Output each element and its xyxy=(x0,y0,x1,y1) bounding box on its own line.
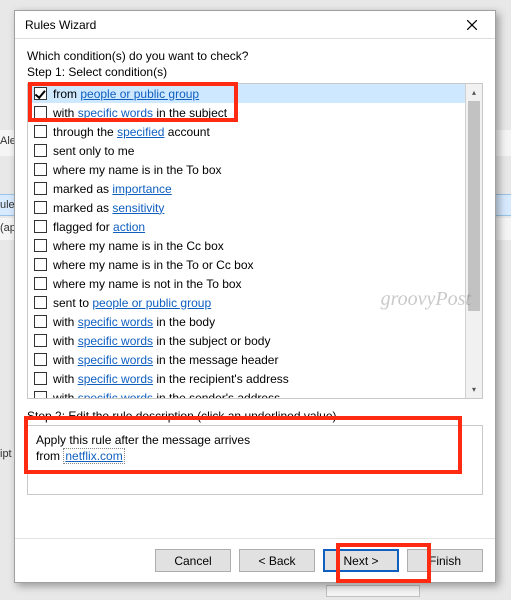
conditions-listbox[interactable]: from people or public group with specific… xyxy=(27,83,483,399)
rule-description-box[interactable]: Apply this rule after the message arrive… xyxy=(27,425,483,495)
next-button[interactable]: Next > xyxy=(323,549,399,572)
condition-link[interactable]: people or public group xyxy=(92,296,211,310)
condition-checkbox[interactable] xyxy=(34,144,47,157)
close-icon xyxy=(467,20,477,30)
condition-label: sent only to me xyxy=(53,144,134,158)
cancel-button[interactable]: Cancel xyxy=(155,549,231,572)
condition-checkbox[interactable] xyxy=(34,87,47,100)
desc-line-1: Apply this rule after the message arrive… xyxy=(36,432,474,448)
condition-label: through the specified account xyxy=(53,125,210,139)
condition-link[interactable]: action xyxy=(113,220,145,234)
scroll-down-icon[interactable]: ▾ xyxy=(472,381,476,398)
condition-link[interactable]: specific words xyxy=(78,391,153,399)
condition-link[interactable]: specific words xyxy=(78,372,153,386)
scrollbar[interactable]: ▴ ▾ xyxy=(465,84,482,398)
condition-label: with specific words in the sender's addr… xyxy=(53,391,280,399)
condition-checkbox[interactable] xyxy=(34,220,47,233)
condition-label: from people or public group xyxy=(53,87,199,101)
condition-row[interactable]: where my name is in the To box xyxy=(28,160,482,179)
condition-link[interactable]: importance xyxy=(112,182,171,196)
condition-checkbox[interactable] xyxy=(34,239,47,252)
condition-label: sent to people or public group xyxy=(53,296,211,310)
condition-checkbox[interactable] xyxy=(34,372,47,385)
condition-row[interactable]: marked as importance xyxy=(28,179,482,198)
condition-label: with specific words in the body xyxy=(53,315,215,329)
condition-checkbox[interactable] xyxy=(34,106,47,119)
condition-label: marked as importance xyxy=(53,182,172,196)
background-button xyxy=(326,585,420,597)
condition-row[interactable]: with specific words in the subject xyxy=(28,103,482,122)
condition-row[interactable]: through the specified account xyxy=(28,122,482,141)
window-title: Rules Wizard xyxy=(25,18,455,32)
condition-checkbox[interactable] xyxy=(34,125,47,138)
condition-link[interactable]: specific words xyxy=(78,353,153,367)
condition-row[interactable]: with specific words in the body xyxy=(28,312,482,331)
condition-checkbox[interactable] xyxy=(34,334,47,347)
condition-row[interactable]: flagged for action xyxy=(28,217,482,236)
condition-checkbox[interactable] xyxy=(34,182,47,195)
desc-from-prefix: from xyxy=(36,449,63,463)
condition-checkbox[interactable] xyxy=(34,277,47,290)
question-text: Which condition(s) do you want to check? xyxy=(27,49,483,63)
condition-checkbox[interactable] xyxy=(34,258,47,271)
condition-checkbox[interactable] xyxy=(34,353,47,366)
dialog-body: Which condition(s) do you want to check?… xyxy=(15,39,495,538)
bg-text-ipt: ipt xyxy=(0,448,12,460)
condition-label: where my name is in the To box xyxy=(53,163,222,177)
condition-link[interactable]: sensitivity xyxy=(112,201,164,215)
condition-label: with specific words in the subject xyxy=(53,106,227,120)
condition-label: where my name is in the Cc box xyxy=(53,239,224,253)
condition-label: with specific words in the recipient's a… xyxy=(53,372,289,386)
condition-row[interactable]: with specific words in the message heade… xyxy=(28,350,482,369)
scroll-up-icon[interactable]: ▴ xyxy=(472,84,476,101)
desc-sender-link[interactable]: netflix.com xyxy=(63,448,124,464)
condition-label: flagged for action xyxy=(53,220,145,234)
condition-link[interactable]: people or public group xyxy=(80,87,199,101)
condition-row[interactable]: marked as sensitivity xyxy=(28,198,482,217)
condition-row[interactable]: where my name is not in the To box xyxy=(28,274,482,293)
condition-label: where my name is not in the To box xyxy=(53,277,242,291)
rules-wizard-dialog: Rules Wizard Which condition(s) do you w… xyxy=(14,10,496,583)
condition-link[interactable]: specific words xyxy=(78,106,153,120)
condition-row[interactable]: with specific words in the recipient's a… xyxy=(28,369,482,388)
condition-checkbox[interactable] xyxy=(34,391,47,398)
titlebar: Rules Wizard xyxy=(15,11,495,39)
condition-row[interactable]: where my name is in the To or Cc box xyxy=(28,255,482,274)
step2-label: Step 2: Edit the rule description (click… xyxy=(27,409,483,423)
condition-label: where my name is in the To or Cc box xyxy=(53,258,254,272)
scroll-track[interactable] xyxy=(466,101,482,381)
step1-label: Step 1: Select condition(s) xyxy=(27,65,483,79)
close-button[interactable] xyxy=(455,14,489,36)
finish-button[interactable]: Finish xyxy=(407,549,483,572)
condition-row[interactable]: sent only to me xyxy=(28,141,482,160)
condition-checkbox[interactable] xyxy=(34,315,47,328)
condition-checkbox[interactable] xyxy=(34,163,47,176)
condition-label: with specific words in the message heade… xyxy=(53,353,278,367)
condition-link[interactable]: specified xyxy=(117,125,164,139)
button-row: Cancel < Back Next > Finish xyxy=(15,538,495,582)
bg-text-ule: ule xyxy=(0,199,15,211)
desc-line-2: from netflix.com xyxy=(36,448,474,464)
condition-row[interactable]: where my name is in the Cc box xyxy=(28,236,482,255)
condition-row[interactable]: sent to people or public group xyxy=(28,293,482,312)
condition-label: with specific words in the subject or bo… xyxy=(53,334,270,348)
back-button[interactable]: < Back xyxy=(239,549,315,572)
condition-label: marked as sensitivity xyxy=(53,201,164,215)
condition-link[interactable]: specific words xyxy=(78,315,153,329)
condition-row[interactable]: with specific words in the subject or bo… xyxy=(28,331,482,350)
condition-row[interactable]: from people or public group xyxy=(28,84,482,103)
condition-checkbox[interactable] xyxy=(34,296,47,309)
condition-checkbox[interactable] xyxy=(34,201,47,214)
condition-link[interactable]: specific words xyxy=(78,334,153,348)
scroll-thumb[interactable] xyxy=(468,101,480,311)
condition-row[interactable]: with specific words in the sender's addr… xyxy=(28,388,482,398)
